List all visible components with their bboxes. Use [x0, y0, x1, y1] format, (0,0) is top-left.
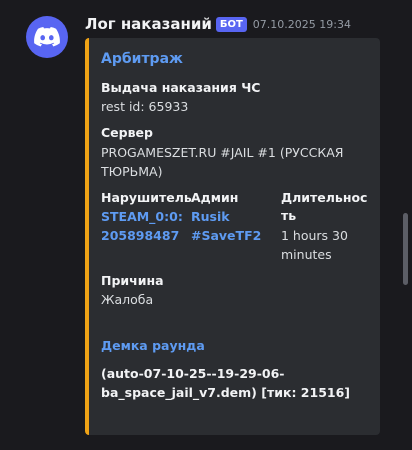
field-admin-value-line2[interactable]: #SaveTF2 [191, 226, 261, 245]
author-name[interactable]: Лог наказаний [85, 15, 212, 33]
field-offender-name: Нарушитель [101, 190, 192, 205]
field-server-value-line1: PROGAMESZET.RU #JAIL #1 (РУССКАЯ [101, 145, 344, 160]
field-demo-name[interactable]: Демка раунда [101, 337, 205, 355]
field-offender-value-line2[interactable]: 205898487 [101, 226, 179, 245]
embed-title[interactable]: Арбитраж [101, 51, 183, 67]
field-reason-value: Жалоба [101, 292, 154, 307]
field-duration-name-line1: Длительнос [281, 190, 368, 205]
embed-card: Арбитраж Выдача наказания ЧС rest id: 65… [85, 38, 380, 435]
field-duration-value-line1: 1 hours 30 [281, 228, 348, 243]
message-header: Лог наказаний БОТ 07.10.2025 19:34 [85, 14, 351, 34]
discord-logo-icon [34, 27, 60, 47]
avatar[interactable] [26, 16, 68, 58]
field-duration-name-line2: ть [281, 208, 297, 223]
field-demo-value-line1: (auto-07-10-25--19-29-06- [101, 366, 285, 381]
field-demo-value-line2: ba_space_jail_v7.dem) [тик: 21516] [101, 385, 350, 400]
scrollbar-thumb[interactable] [403, 213, 408, 285]
chat-message: Лог наказаний БОТ 07.10.2025 19:34 Арбит… [0, 0, 412, 450]
field-server-value-line2: ТЮРЬМА) [101, 164, 163, 179]
field-duration-value-line2: minutes [281, 247, 332, 262]
field-offender-value-line1[interactable]: STEAM_0:0: [101, 207, 183, 226]
field-punishment-name: Выдача наказания ЧС [101, 80, 261, 95]
field-admin-name: Админ [191, 190, 239, 205]
field-punishment-value: rest id: 65933 [101, 99, 189, 114]
bot-tag: БОТ [215, 16, 247, 32]
field-reason-name: Причина [101, 273, 164, 288]
message-timestamp[interactable]: 07.10.2025 19:34 [253, 18, 351, 31]
field-admin-value-line1[interactable]: Rusik [191, 207, 230, 226]
field-server-name: Сервер [101, 125, 153, 140]
